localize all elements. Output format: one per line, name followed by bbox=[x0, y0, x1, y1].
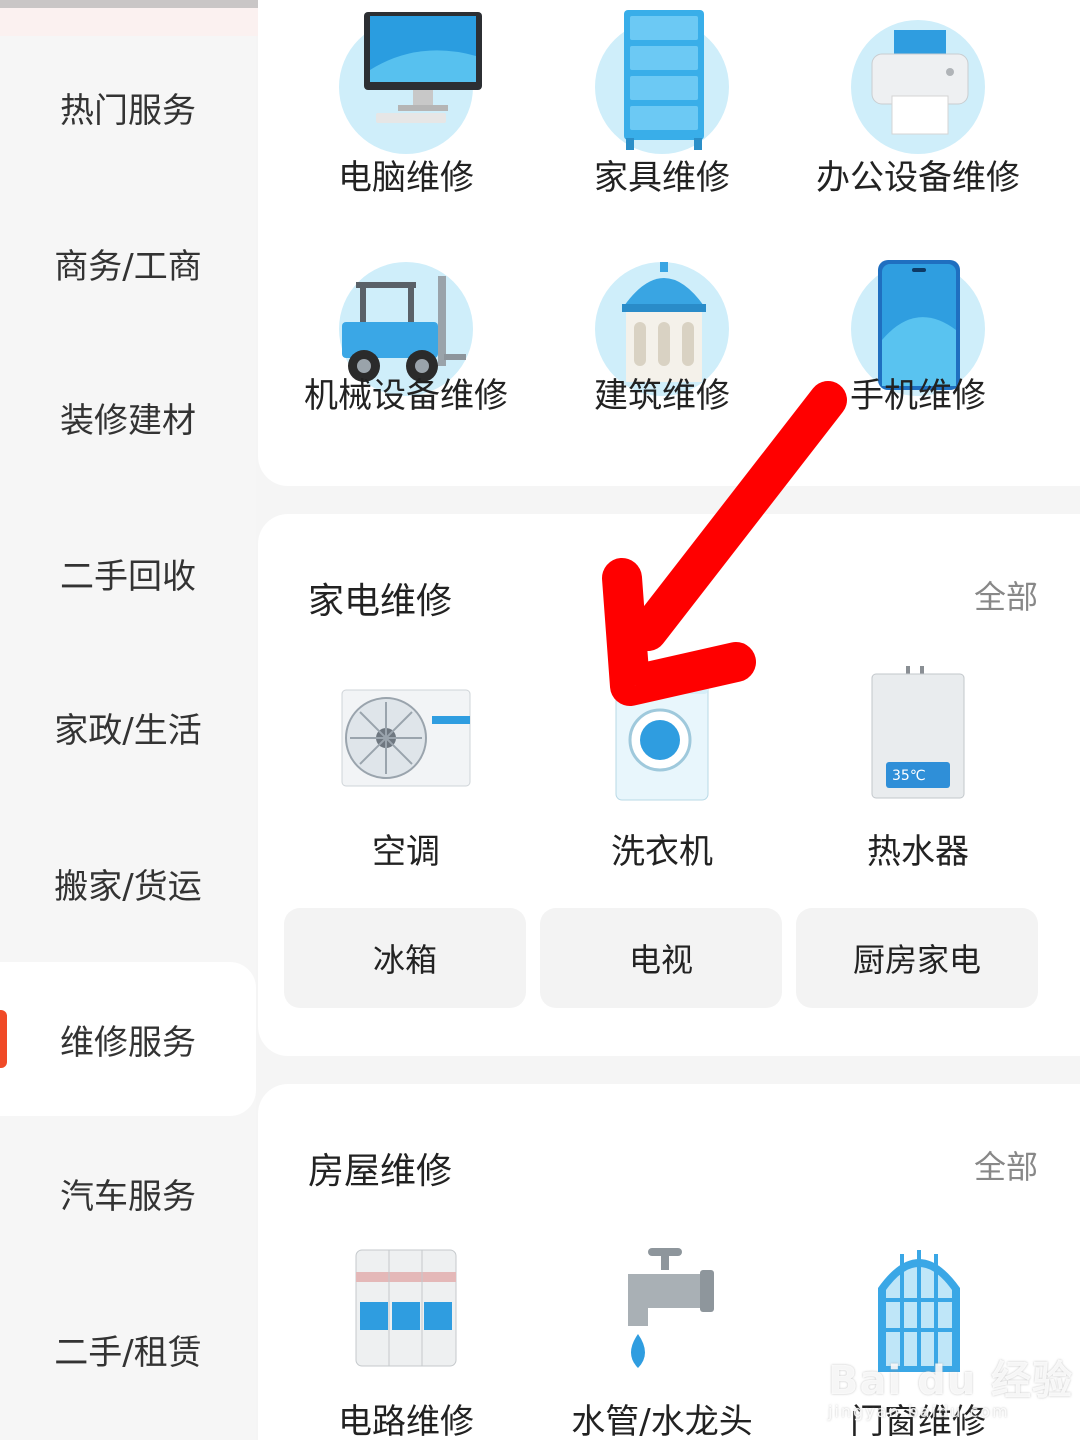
sidebar-item-repair[interactable]: 维修服务 bbox=[0, 962, 256, 1116]
sidebar-item-business[interactable]: 商务/工商 bbox=[0, 186, 256, 340]
service-label: 家具维修 bbox=[594, 158, 730, 198]
service-label: 热水器 bbox=[867, 832, 969, 872]
service-air-conditioner[interactable]: 空调 bbox=[278, 674, 534, 874]
sidebar-item-hot[interactable]: 热门服务 bbox=[0, 30, 256, 184]
appliance-repair-card: 家电维修 全部 空调 洗衣机 35℃ 热水器 冰箱 电视 厨房家电 bbox=[258, 514, 1080, 1056]
dresser-icon bbox=[624, 10, 704, 150]
service-water-heater[interactable]: 35℃ 热水器 bbox=[790, 666, 1046, 874]
faucet-icon bbox=[628, 1248, 714, 1368]
sidebar-item-label: 家政/生活 bbox=[54, 710, 202, 751]
chip-fridge[interactable]: 冰箱 bbox=[284, 908, 526, 1008]
sidebar-item-housekeeping[interactable]: 家政/生活 bbox=[0, 650, 256, 804]
sidebar-item-moving[interactable]: 搬家/货运 bbox=[0, 806, 256, 960]
service-label: 手机维修 bbox=[850, 376, 986, 416]
repair-services-card: 电脑维修 家具维修 办公设备维修 机械设备维修 建筑维修 手机维修 bbox=[258, 0, 1080, 486]
service-washing-machine[interactable]: 洗衣机 bbox=[534, 674, 790, 874]
service-phone-repair[interactable]: 手机维修 bbox=[790, 260, 1046, 430]
sidebar-item-label: 热门服务 bbox=[60, 90, 196, 131]
view-all-link[interactable]: 全部 bbox=[974, 1142, 1038, 1188]
service-label: 建筑维修 bbox=[594, 376, 730, 416]
sidebar-item-decoration[interactable]: 装修建材 bbox=[0, 340, 256, 494]
service-label: 空调 bbox=[372, 832, 440, 872]
service-label: 水管/水龙头 bbox=[571, 1402, 753, 1440]
service-label: 电脑维修 bbox=[338, 158, 474, 198]
water-heater-icon: 35℃ bbox=[871, 666, 965, 799]
baidu-watermark: Bai du 经验 jingyan.baidu.com bbox=[828, 1358, 1074, 1421]
svg-text:35℃: 35℃ bbox=[892, 768, 926, 784]
sidebar-item-car[interactable]: 汽车服务 bbox=[0, 1116, 256, 1270]
category-sidebar: 热门服务 商务/工商 装修建材 二手回收 家政/生活 搬家/货运 维修服务 汽车… bbox=[0, 36, 256, 1440]
sidebar-item-label: 二手/租赁 bbox=[54, 1332, 202, 1373]
chip-kitchen-appliance[interactable]: 厨房家电 bbox=[796, 908, 1038, 1008]
sidebar-item-label: 搬家/货运 bbox=[54, 866, 202, 907]
service-machinery-repair[interactable]: 机械设备维修 bbox=[278, 260, 534, 430]
air-conditioner-icon bbox=[341, 689, 471, 787]
sidebar-item-rental[interactable]: 二手/租赁 bbox=[0, 1272, 256, 1426]
washing-machine-icon bbox=[615, 675, 709, 801]
service-furniture-repair[interactable]: 家具维修 bbox=[534, 10, 790, 198]
service-label: 洗衣机 bbox=[611, 832, 713, 872]
sidebar-item-label: 二手回收 bbox=[60, 556, 196, 597]
circuit-breaker-icon bbox=[355, 1249, 457, 1367]
service-label: 电路维修 bbox=[338, 1402, 474, 1440]
service-label: 机械设备维修 bbox=[304, 376, 508, 416]
chip-tv[interactable]: 电视 bbox=[540, 908, 782, 1008]
service-computer-repair[interactable]: 电脑维修 bbox=[278, 10, 534, 198]
section-title: 家电维修 bbox=[308, 581, 453, 622]
sidebar-item-label: 装修建材 bbox=[60, 400, 196, 441]
active-indicator bbox=[0, 1010, 7, 1068]
sidebar-item-label: 汽车服务 bbox=[60, 1176, 196, 1217]
computer-icon bbox=[364, 12, 482, 123]
view-all-link[interactable]: 全部 bbox=[974, 572, 1038, 618]
sidebar-item-label: 商务/工商 bbox=[54, 246, 202, 287]
service-label: 办公设备维修 bbox=[816, 158, 1020, 198]
service-faucet-repair[interactable]: 水管/水龙头 bbox=[534, 1244, 790, 1440]
section-title: 房屋维修 bbox=[308, 1151, 453, 1192]
sidebar-item-label: 维修服务 bbox=[60, 1022, 196, 1063]
service-building-repair[interactable]: 建筑维修 bbox=[534, 260, 790, 430]
service-circuit-repair[interactable]: 电路维修 bbox=[278, 1244, 534, 1440]
service-office-equipment-repair[interactable]: 办公设备维修 bbox=[790, 10, 1046, 198]
printer-icon bbox=[871, 30, 969, 135]
sidebar-item-recycle[interactable]: 二手回收 bbox=[0, 496, 256, 650]
